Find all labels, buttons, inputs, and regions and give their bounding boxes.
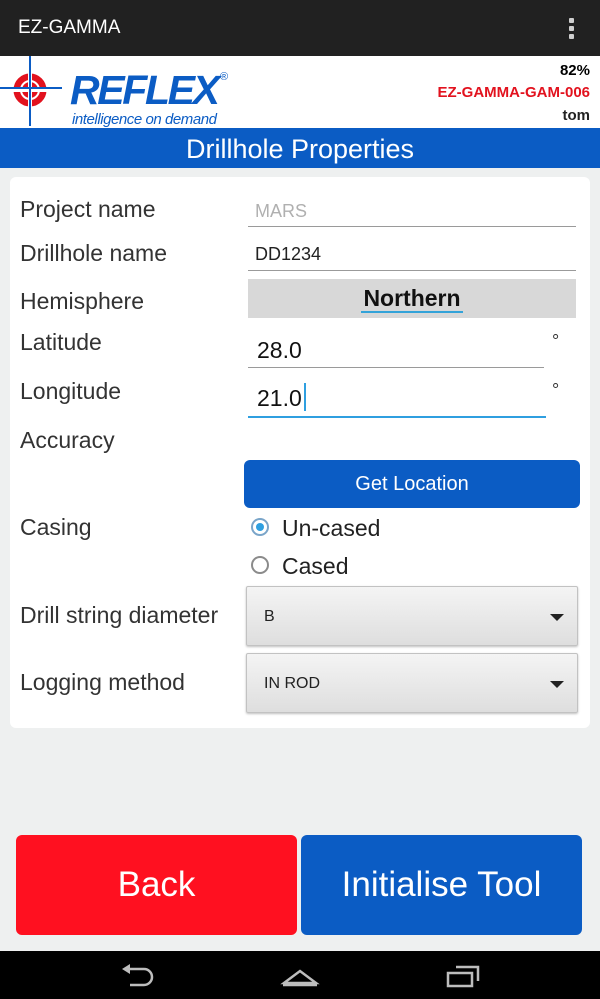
- overflow-menu-icon[interactable]: [566, 16, 578, 40]
- drillhole-name-input[interactable]: DD1234: [248, 240, 576, 271]
- device-id: EZ-GAMMA-GAM-006: [437, 84, 591, 101]
- project-name-label: Project name: [20, 196, 156, 222]
- project-name-placeholder: MARS: [255, 201, 308, 221]
- casing-label: Casing: [20, 514, 92, 540]
- latitude-input[interactable]: 28.0: [248, 330, 544, 368]
- home-icon[interactable]: [280, 963, 320, 989]
- longitude-degree-unit: °: [552, 380, 560, 400]
- page-title: Drillhole Properties: [0, 128, 600, 168]
- longitude-value: 21.0: [257, 385, 302, 411]
- drill-string-diameter-dropdown[interactable]: B: [246, 586, 578, 646]
- dropdown-arrow-icon: [550, 614, 564, 621]
- accuracy-label: Accuracy: [20, 427, 115, 453]
- svg-text:®: ®: [220, 71, 228, 83]
- drill-string-diameter-label: Drill string diameter: [20, 602, 219, 628]
- drillhole-name-value: DD1234: [255, 244, 322, 264]
- longitude-label: Longitude: [20, 378, 122, 404]
- hemisphere-toggle[interactable]: Northern: [248, 279, 576, 318]
- uncased-radio[interactable]: [251, 518, 269, 536]
- reflex-logo: REFLEX ® intelligence on demand: [0, 56, 228, 128]
- project-name-input[interactable]: MARS: [248, 197, 576, 227]
- latitude-value: 28.0: [257, 337, 302, 363]
- text-cursor: [304, 383, 306, 411]
- back-icon[interactable]: [118, 963, 158, 989]
- navigation-bar: [0, 951, 600, 999]
- header: REFLEX ® intelligence on demand 82% EZ-G…: [0, 56, 600, 128]
- cased-label[interactable]: Cased: [282, 553, 348, 580]
- get-location-button[interactable]: Get Location: [244, 460, 580, 508]
- status-panel: 82% EZ-GAMMA-GAM-006 tom: [438, 62, 591, 124]
- logging-method-value: IN ROD: [264, 675, 320, 692]
- uncased-label[interactable]: Un-cased: [282, 515, 380, 542]
- dropdown-arrow-icon: [550, 681, 564, 688]
- logging-method-dropdown[interactable]: IN ROD: [246, 653, 578, 713]
- latitude-label: Latitude: [20, 329, 102, 355]
- drillhole-name-label: Drillhole name: [20, 240, 168, 266]
- cased-radio[interactable]: [251, 556, 269, 574]
- recent-apps-icon[interactable]: [444, 963, 484, 989]
- action-bar: EZ-GAMMA: [0, 0, 600, 56]
- brand-tagline: intelligence on demand: [72, 111, 218, 128]
- app-title: EZ-GAMMA: [18, 17, 121, 38]
- logging-method-label: Logging method: [20, 669, 185, 695]
- battery-level: 82%: [559, 62, 590, 79]
- user-name: tom: [562, 107, 591, 124]
- latitude-degree-unit: °: [552, 331, 560, 351]
- drill-string-diameter-value: B: [264, 608, 275, 625]
- back-button[interactable]: Back: [16, 835, 297, 935]
- initialise-tool-button[interactable]: Initialise Tool: [301, 835, 582, 935]
- hemisphere-value: Northern: [361, 285, 463, 313]
- brand-wordmark: REFLEX: [70, 67, 223, 113]
- hemisphere-label: Hemisphere: [20, 288, 144, 314]
- longitude-input[interactable]: 21.0: [248, 378, 546, 418]
